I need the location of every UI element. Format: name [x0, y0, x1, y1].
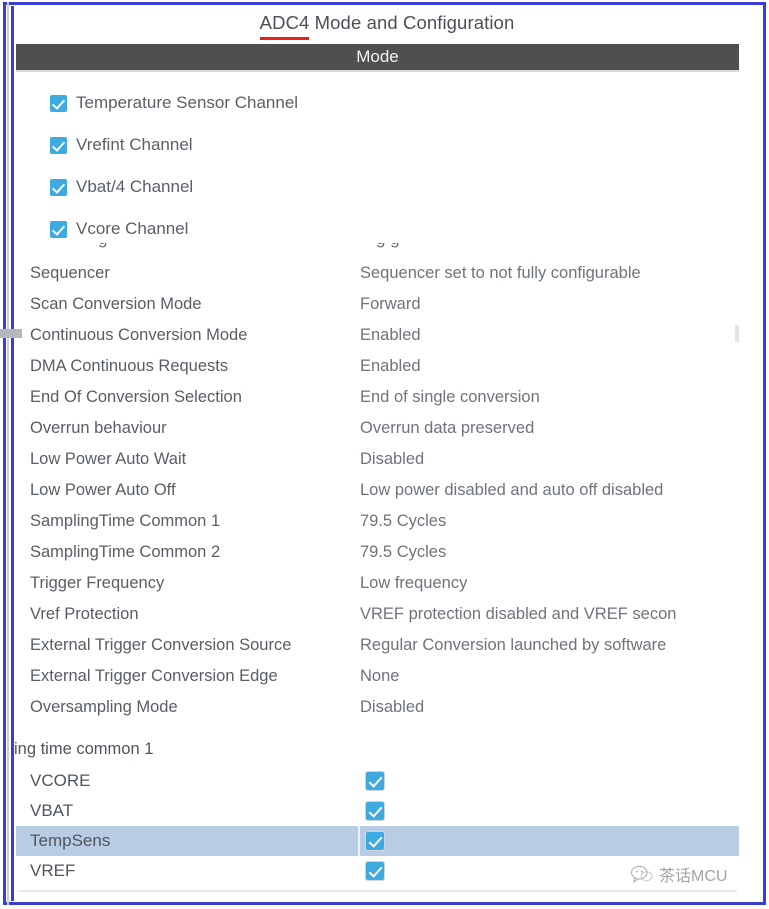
parameter-row[interactable]: Vref Protection VREF protection disabled… [16, 599, 739, 630]
checkbox-label: Vbat/4 Channel [76, 177, 194, 196]
checkbox-row[interactable]: Vrefint Channel [16, 124, 739, 166]
horizontal-scrollbar-left-tick[interactable] [0, 329, 22, 338]
parameter-name: External Trigger Conversion Source [30, 636, 292, 654]
checkbox-label: Temperature Sensor Channel [76, 93, 299, 112]
parameter-row[interactable]: End Of Conversion Selection End of singl… [16, 382, 739, 413]
parameter-value[interactable]: VREF protection disabled and VREF secon [360, 605, 676, 624]
parameter-name: End Of Conversion Selection [30, 388, 242, 406]
table-cell-checkbox[interactable] [358, 766, 739, 796]
watermark-text: 茶话MCU [659, 868, 728, 885]
parameter-row[interactable]: External Trigger Conversion Source Regul… [16, 630, 739, 661]
parameter-list: Sequencer Sequencer set to not fully con… [16, 258, 739, 736]
red-underline-annotation [259, 37, 310, 40]
parameter-row[interactable]: Low Power Auto Off Low power disabled an… [16, 475, 739, 506]
section-header-label: Mode [356, 47, 399, 66]
parameter-value[interactable]: Disabled [360, 450, 424, 469]
checkbox-checked-icon[interactable] [366, 832, 384, 850]
parameter-row[interactable]: External Trigger Conversion Edge None [16, 661, 739, 692]
parameter-row[interactable]: Overrun behaviour Overrun data preserved [16, 413, 739, 444]
parameter-row[interactable]: Oversampling Mode Disabled [16, 692, 739, 723]
table-bottom-divider [18, 890, 737, 892]
parameter-value[interactable]: Enabled [360, 326, 421, 345]
parameter-name: SamplingTime Common 2 [30, 543, 221, 561]
clipped-row-strip: g g g [16, 243, 739, 259]
left-rule [11, 6, 14, 901]
checkbox-row[interactable]: Vbat/4 Channel [16, 166, 739, 208]
parameter-row[interactable]: SamplingTime Common 2 79.5 Cycles [16, 537, 739, 568]
table-row[interactable]: VCORE [16, 766, 739, 796]
parameter-name: External Trigger Conversion Edge [30, 667, 278, 685]
checkbox-checked-icon[interactable] [366, 772, 384, 790]
table-row-selected[interactable]: TempSens [16, 826, 739, 856]
parameter-name: DMA Continuous Requests [30, 357, 229, 375]
parameter-value[interactable]: 79.5 Cycles [360, 543, 446, 562]
checkbox-checked-icon[interactable] [50, 178, 67, 196]
parameter-row[interactable]: Low Power Auto Wait Disabled [16, 444, 739, 475]
parameter-value[interactable]: Enabled [360, 357, 421, 376]
page-title-highlight: ADC4 [259, 12, 310, 40]
section-header-mode: Mode [16, 44, 739, 72]
table-cell-name: VREF [30, 861, 76, 880]
parameter-row[interactable]: Trigger Frequency Low frequency [16, 568, 739, 599]
parameter-name: Vref Protection [30, 605, 139, 623]
page-title: ADC4 Mode and Configuration [16, 6, 758, 40]
table-cell-name: VCORE [30, 771, 91, 790]
parameter-value[interactable]: None [360, 667, 399, 686]
checkbox-checked-icon[interactable] [50, 136, 67, 154]
screenshot-root: ADC4 Mode and Configuration Mode Tempera… [0, 0, 769, 909]
table-cell-checkbox[interactable] [358, 796, 739, 826]
parameter-name: Sequencer [30, 264, 110, 282]
checkbox-checked-icon[interactable] [366, 862, 384, 880]
parameter-name: Trigger Frequency [30, 574, 165, 592]
table-cell-checkbox[interactable] [358, 826, 739, 856]
clipped-row-name: g [98, 243, 107, 249]
parameter-name: Continuous Conversion Mode [30, 326, 248, 344]
parameter-name: Overrun behaviour [30, 419, 167, 437]
parameter-value[interactable]: Sequencer set to not fully configurable [360, 264, 641, 283]
checkbox-label: Vrefint Channel [76, 135, 193, 154]
parameter-value[interactable]: Low frequency [360, 574, 467, 593]
checkbox-checked-icon[interactable] [366, 802, 384, 820]
parameter-value[interactable]: Forward [360, 295, 421, 314]
clipped-row-value: g g [376, 243, 400, 249]
parameter-name: SamplingTime Common 1 [30, 512, 221, 530]
channel-checkbox-list: Temperature Sensor Channel Vrefint Chann… [16, 82, 739, 250]
parameter-row[interactable]: SamplingTime Common 1 79.5 Cycles [16, 506, 739, 537]
horizontal-scrollbar-right-tick[interactable] [735, 325, 739, 342]
parameter-value[interactable]: Low power disabled and auto off disabled [360, 481, 663, 500]
checkbox-checked-icon[interactable] [50, 94, 67, 112]
watermark: 茶话MCU [630, 862, 727, 886]
parameter-name: Low Power Auto Off [30, 481, 176, 499]
checkbox-checked-icon[interactable] [50, 220, 67, 238]
parameter-row[interactable]: Scan Conversion Mode Forward [16, 289, 739, 320]
parameter-value[interactable]: Disabled [360, 698, 424, 717]
partial-group-label: ing time common 1 [14, 740, 154, 758]
table-cell-name: TempSens [30, 831, 111, 850]
table-row[interactable]: VBAT [16, 796, 739, 826]
parameter-value[interactable]: Overrun data preserved [360, 419, 534, 438]
page-title-rest: Mode and Configuration [309, 12, 515, 33]
table-cell-name: VBAT [30, 801, 74, 820]
parameter-value[interactable]: End of single conversion [360, 388, 540, 407]
parameter-name: Low Power Auto Wait [30, 450, 187, 468]
parameter-name: Oversampling Mode [30, 698, 178, 716]
parameter-value[interactable]: Regular Conversion launched by software [360, 636, 666, 655]
parameter-row[interactable]: Continuous Conversion Mode Enabled [16, 320, 739, 351]
chat-bubble-icon [631, 865, 653, 883]
left-rule-soft [7, 2, 9, 905]
parameter-row[interactable]: DMA Continuous Requests Enabled [16, 351, 739, 382]
checkbox-label: Vcore Channel [76, 219, 189, 238]
checkbox-row[interactable]: Temperature Sensor Channel [16, 82, 739, 124]
page-title-text: ADC4 Mode and Configuration [259, 12, 515, 40]
page-title-prefix: ADC4 [259, 12, 310, 33]
parameter-name: Scan Conversion Mode [30, 295, 202, 313]
parameter-value[interactable]: 79.5 Cycles [360, 512, 446, 531]
parameter-row[interactable]: Sequencer Sequencer set to not fully con… [16, 258, 739, 289]
